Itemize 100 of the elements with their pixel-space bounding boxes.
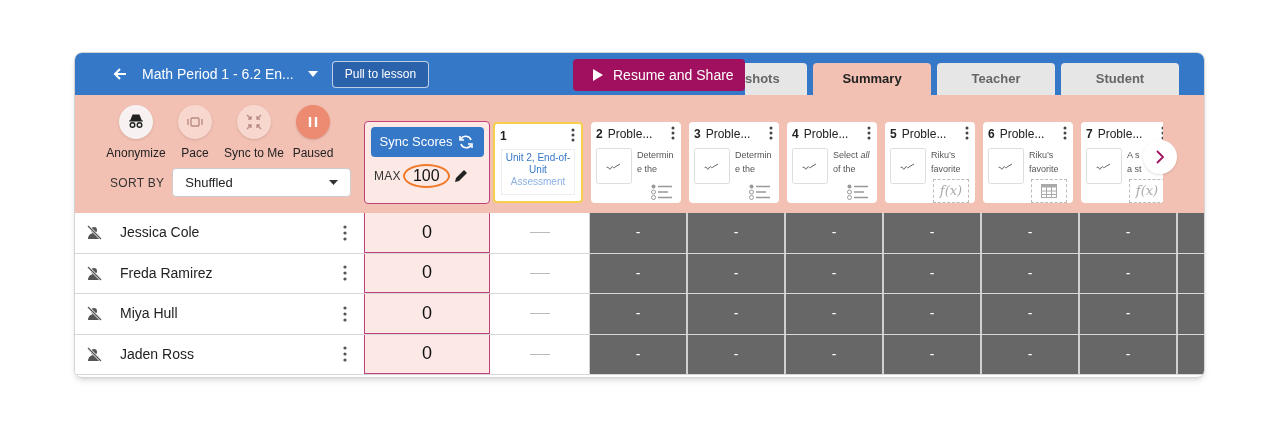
student-name[interactable]: Freda Ramirez: [120, 262, 343, 284]
response-cell[interactable]: -: [982, 334, 1078, 374]
response-cell[interactable]: -: [590, 253, 686, 293]
card-text: Determin: [637, 149, 674, 162]
problem-card[interactable]: 6 Proble... Riku’s favorite: [983, 122, 1073, 203]
response-cell[interactable]: -: [1080, 253, 1176, 293]
response-cell[interactable]: -: [982, 253, 1078, 293]
card-text: of the: [833, 163, 857, 176]
kebab-icon[interactable]: [343, 265, 347, 282]
response-cell[interactable]: [1178, 294, 1204, 334]
kebab-icon[interactable]: [571, 128, 575, 142]
caret-icon[interactable]: [307, 71, 318, 77]
problem-card[interactable]: 7 Proble... A s a st f(x): [1081, 122, 1163, 203]
response-cell[interactable]: -: [884, 213, 980, 253]
response-cell[interactable]: -: [688, 253, 784, 293]
chevron-right-icon: [1156, 150, 1164, 164]
student-name[interactable]: Miya Hull: [120, 303, 343, 325]
response-cell[interactable]: -: [884, 334, 980, 374]
response-cell[interactable]: -: [884, 294, 980, 334]
card-text: Determin: [735, 149, 772, 162]
max-score-field[interactable]: 100: [402, 164, 450, 188]
problem-card[interactable]: 5 Proble... Riku’s favorite f(x): [885, 122, 975, 203]
empty-dash: [529, 272, 550, 274]
card-title: Proble...: [1097, 126, 1143, 143]
response-cell[interactable]: -: [786, 334, 882, 374]
resume-and-share-button[interactable]: Resume and Share: [573, 59, 745, 91]
score-cell[interactable]: 0: [364, 253, 490, 293]
sync-scores-button[interactable]: Sync Scores: [370, 127, 484, 157]
next-button[interactable]: [1143, 140, 1177, 174]
response-cell[interactable]: [1178, 334, 1204, 374]
kebab-icon[interactable]: [343, 305, 347, 322]
tab[interactable]: Teacher: [937, 63, 1055, 95]
pull-to-lesson-button[interactable]: Pull to lesson: [331, 60, 430, 88]
card-text: favorite: [931, 163, 961, 176]
problem-card[interactable]: 4 Proble... Select all of the: [787, 122, 877, 203]
refresh-icon: [458, 134, 475, 150]
card-text: Riku’s: [931, 149, 957, 162]
response-cell[interactable]: -: [688, 213, 784, 253]
tab[interactable]: shots: [745, 63, 807, 95]
score-cell[interactable]: 0: [364, 334, 490, 374]
card-title: Proble...: [705, 126, 751, 143]
function-label: f(x): [933, 179, 969, 203]
student-name[interactable]: Jaden Ross: [120, 343, 343, 365]
back-arrow-icon[interactable]: [113, 67, 127, 81]
max-label: MAX: [374, 168, 401, 185]
kebab-icon[interactable]: [867, 126, 871, 140]
kebab-icon[interactable]: [1063, 126, 1067, 140]
response-cell[interactable]: -: [1080, 213, 1176, 253]
response-cell[interactable]: -: [982, 294, 1078, 334]
pencil-icon[interactable]: [452, 168, 469, 184]
lesson-title[interactable]: Math Period 1 - 6.2 En...: [142, 63, 294, 85]
response-cell[interactable]: -: [786, 253, 882, 293]
kebab-icon[interactable]: [343, 346, 347, 363]
tab[interactable]: Student: [1061, 63, 1179, 95]
sketch-thumbnail-icon: [792, 148, 828, 184]
response-cell[interactable]: -: [786, 294, 882, 334]
empty-dash: [529, 232, 550, 234]
card-number: 5: [890, 126, 897, 143]
problem-card[interactable]: 2 Proble... Determin e the: [591, 122, 681, 203]
control-label: Pace: [181, 145, 209, 162]
sketch-thumbnail-icon: [1086, 148, 1122, 184]
response-cell[interactable]: [1178, 253, 1204, 293]
table-icon: [1031, 179, 1067, 203]
hidden-user-icon: [87, 346, 102, 362]
response-cell[interactable]: -: [590, 294, 686, 334]
card-text: e the: [637, 163, 659, 176]
choice-list-icon: [749, 184, 771, 200]
problem-card[interactable]: 3 Proble... Determin e the: [689, 122, 779, 203]
tab[interactable]: Summary: [813, 63, 931, 95]
response-cell[interactable]: -: [590, 213, 686, 253]
card-text: A s: [1127, 149, 1141, 162]
response-cell[interactable]: -: [590, 334, 686, 374]
score-cell[interactable]: 0: [364, 213, 490, 253]
hidden-user-icon: [87, 225, 102, 241]
response-cell[interactable]: -: [982, 213, 1078, 253]
problem-card[interactable]: 1 Unit 2, End-of-Unit Assessment: [493, 122, 583, 203]
card-title: Proble...: [999, 126, 1045, 143]
kebab-icon[interactable]: [343, 224, 347, 241]
card-text: Select all: [833, 149, 870, 162]
card-number: 2: [596, 126, 603, 143]
response-cell[interactable]: -: [1080, 334, 1176, 374]
card-text: e the: [735, 163, 757, 176]
score-cell[interactable]: 0: [364, 294, 490, 334]
response-cell[interactable]: -: [688, 334, 784, 374]
anonymize-button[interactable]: [119, 105, 153, 139]
kebab-icon[interactable]: [671, 126, 675, 140]
card-title: Proble...: [607, 126, 653, 143]
response-cell[interactable]: -: [786, 213, 882, 253]
student-name[interactable]: Jessica Cole: [120, 222, 343, 244]
card-subtext: Assessment: [510, 176, 566, 188]
choice-list-icon: [651, 184, 673, 200]
response-cell[interactable]: -: [1080, 294, 1176, 334]
kebab-icon[interactable]: [965, 126, 969, 140]
control-label: Anonymize: [106, 145, 166, 162]
response-cell[interactable]: -: [884, 253, 980, 293]
control-label: Paused: [292, 145, 334, 162]
kebab-icon[interactable]: [769, 126, 773, 140]
sort-dropdown[interactable]: Shuffled: [172, 168, 352, 197]
response-cell[interactable]: [1178, 213, 1204, 253]
response-cell[interactable]: -: [688, 294, 784, 334]
